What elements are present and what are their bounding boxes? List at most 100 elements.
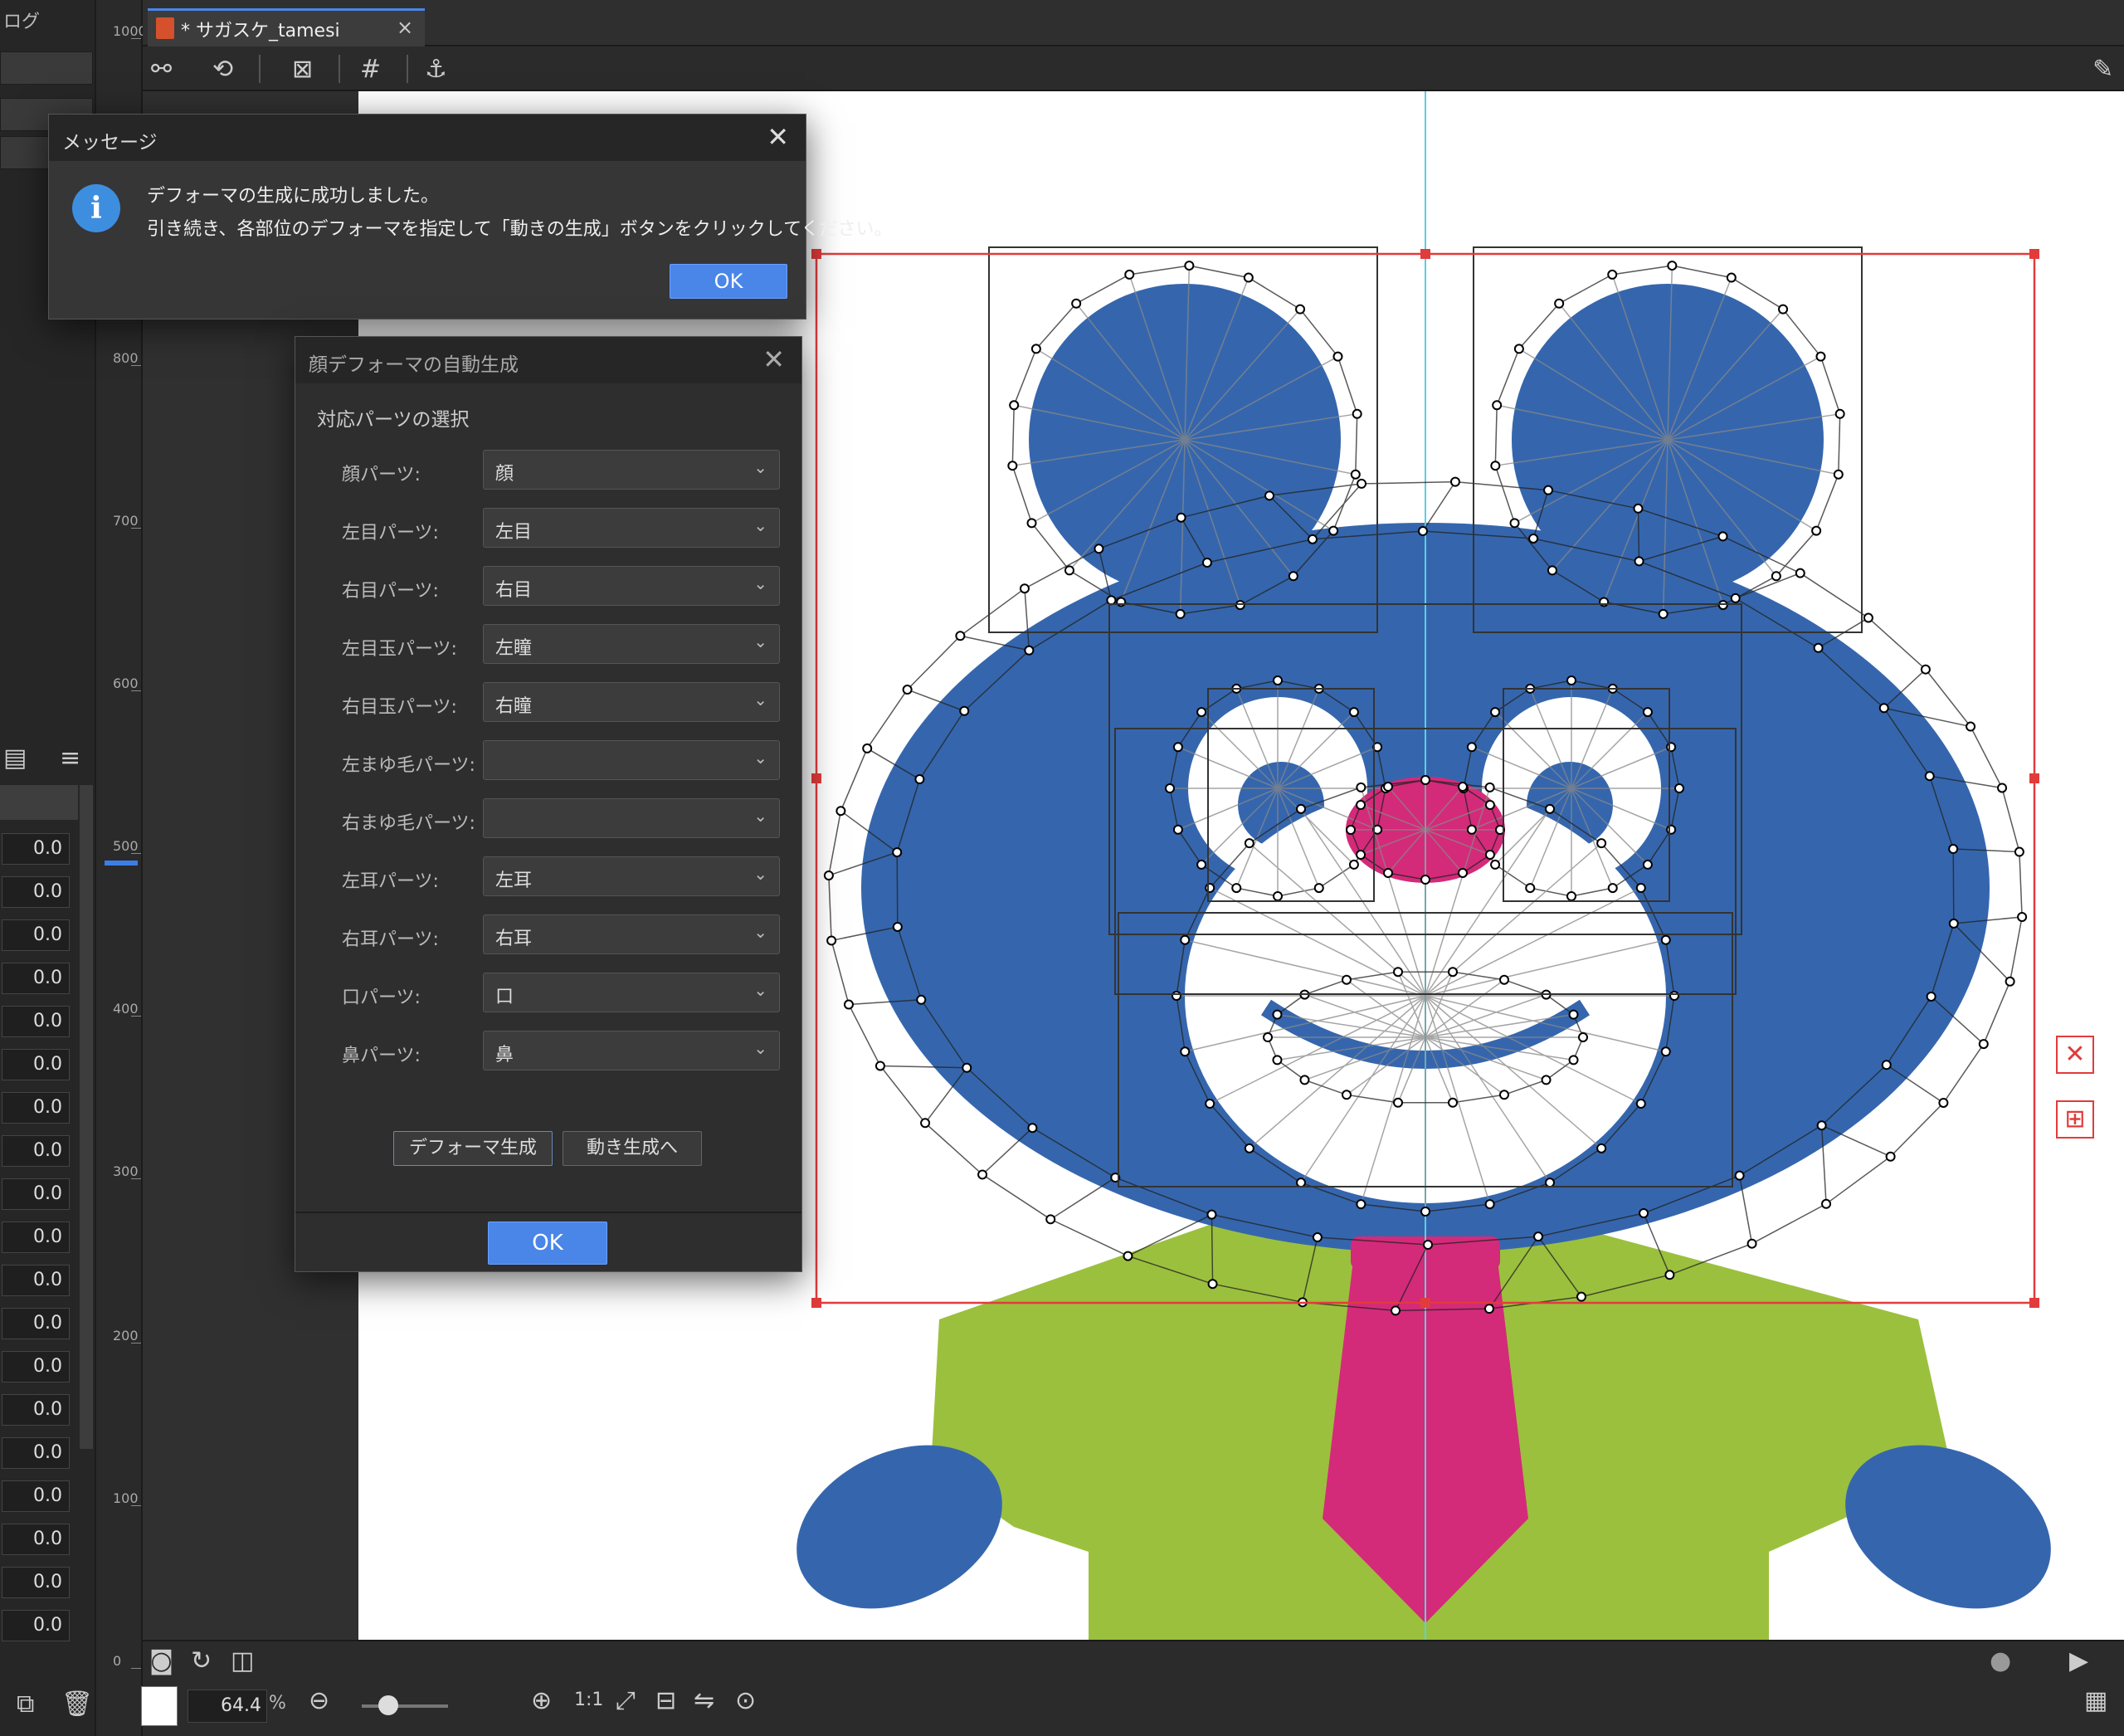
clipboard-icon[interactable]: ▤	[3, 744, 27, 773]
part-select[interactable]: 左目 ⌄	[483, 508, 780, 548]
layer-icon[interactable]: ⧉	[17, 1690, 34, 1719]
part-select-value: 鼻	[495, 1045, 514, 1065]
ruler-tick-label: 100	[113, 1490, 139, 1506]
record-icon[interactable]: ●	[1990, 1646, 2011, 1675]
mirror-icon[interactable]: ⇋	[694, 1686, 714, 1715]
close-icon[interactable]: ✕	[767, 121, 789, 153]
part-select-value: 左耳	[495, 870, 533, 891]
part-select[interactable]: 口 ⌄	[483, 973, 780, 1012]
transform-icon[interactable]: ⊠	[292, 55, 313, 84]
value-field[interactable]: 0.0	[2, 1178, 70, 1210]
ruler-tick-label: 500	[113, 838, 139, 854]
zoom-input[interactable]: 64.4	[188, 1690, 267, 1723]
value-field[interactable]: 0.0	[2, 1437, 70, 1469]
part-select[interactable]: ⌄	[483, 798, 780, 838]
part-select[interactable]: 左瞳 ⌄	[483, 624, 780, 664]
part-label: 左まゆ毛パーツ:	[342, 755, 475, 776]
document-icon	[156, 17, 174, 39]
trash-icon[interactable]: 🗑	[61, 1690, 93, 1719]
part-select[interactable]: 顔 ⌄	[483, 450, 780, 490]
camera-reset-icon[interactable]: ◫	[231, 1646, 254, 1675]
fit-screen-icon[interactable]: ⤢	[616, 1686, 636, 1715]
tab-title: * サガスケ_tamesi	[181, 21, 340, 41]
menu-icon[interactable]: ≡	[60, 744, 80, 773]
tab-close-icon[interactable]: ×	[397, 16, 413, 39]
chevron-down-icon: ⌄	[753, 980, 767, 1000]
part-select-value: 右瞳	[495, 696, 533, 717]
value-field[interactable]: 0.0	[2, 1092, 70, 1124]
color-swatch[interactable]	[141, 1686, 178, 1726]
value-field[interactable]: 0.0	[2, 1394, 70, 1426]
anchor-icon[interactable]: ⚓	[425, 55, 447, 84]
value-field[interactable]: 0.0	[2, 1351, 70, 1382]
value-field[interactable]: 0.0	[2, 1480, 70, 1512]
part-label: 口パーツ:	[342, 987, 421, 1008]
value-field[interactable]: 0.0	[2, 963, 70, 994]
part-select[interactable]: 右目 ⌄	[483, 566, 780, 606]
close-deformer-button[interactable]: ✕	[2056, 1036, 2094, 1074]
scrollbar[interactable]	[80, 785, 93, 1449]
value-field[interactable]: 0.0	[2, 833, 70, 865]
dialog-title: メッセージ	[49, 115, 806, 161]
flip-icon[interactable]: ⊟	[655, 1686, 676, 1715]
value-field[interactable]: 0.0	[2, 1006, 70, 1037]
chevron-down-icon: ⌄	[753, 806, 767, 826]
close-icon[interactable]: ✕	[762, 344, 785, 375]
camera-rotate-icon[interactable]: ↻	[191, 1646, 212, 1675]
deformer-mode-button[interactable]: ⊞	[2056, 1100, 2094, 1139]
value-field[interactable]: 0.0	[2, 1222, 70, 1253]
bottom-bar: ◙ ↻ ◫ ● ▶ ⊕ ⊖ 1:1 ⤢ ⊟ ⇋ ⊙ ▦	[143, 1640, 2124, 1736]
value-field[interactable]: 0.0	[2, 1308, 70, 1339]
message-text: 引き続き、各部位のデフォーマを指定して「動きの生成」ボタンをクリックしてください…	[147, 219, 893, 240]
value-field[interactable]: 0.0	[2, 1265, 70, 1296]
part-select[interactable]: ⌄	[483, 740, 780, 780]
play-icon[interactable]: ▶	[2069, 1646, 2088, 1675]
part-label: 顔パーツ:	[342, 465, 421, 485]
part-select[interactable]: 右瞳 ⌄	[483, 682, 780, 722]
part-select[interactable]: 左耳 ⌄	[483, 856, 780, 896]
value-field[interactable]: 0.0	[2, 1135, 70, 1167]
value-field[interactable]: 0.0	[2, 919, 70, 951]
part-select-value: 右目	[495, 580, 533, 601]
to-motion-button[interactable]: 動き生成へ	[563, 1131, 702, 1166]
part-label: 右目パーツ:	[342, 581, 439, 602]
part-select[interactable]: 右耳 ⌄	[483, 914, 780, 954]
ruler-tick-label: 1000	[113, 23, 147, 39]
panel-field[interactable]	[0, 51, 93, 85]
chevron-down-icon: ⌄	[753, 1038, 767, 1058]
pin-icon[interactable]: ✎	[2092, 55, 2113, 84]
ok-button[interactable]: OK	[488, 1222, 607, 1265]
zoom-in-icon[interactable]: ⊕	[531, 1686, 552, 1715]
toggle-icon[interactable]: ⊙	[735, 1686, 756, 1715]
ruler-tick-label: 0	[113, 1653, 122, 1669]
zoom-slider-knob[interactable]	[378, 1695, 398, 1715]
generate-deformer-button[interactable]: デフォーマ生成	[393, 1131, 553, 1166]
part-label: 左目パーツ:	[342, 523, 439, 544]
tab-bar	[143, 0, 2124, 46]
rotate-tool-icon[interactable]: ⟲	[212, 55, 233, 84]
value-field[interactable]: 0.0	[2, 1049, 70, 1080]
value-field[interactable]: 0.0	[2, 876, 70, 908]
value-field[interactable]: 0.0	[2, 1567, 70, 1598]
chevron-down-icon: ⌄	[753, 748, 767, 768]
ok-button[interactable]: OK	[670, 264, 787, 299]
chevron-down-icon: ⌄	[753, 690, 767, 710]
zoom-out-icon[interactable]: ⊖	[309, 1686, 329, 1715]
part-select[interactable]: 鼻 ⌄	[483, 1031, 780, 1070]
section-label: 対応パーツの選択	[317, 409, 470, 431]
bone-tool-icon[interactable]: ⚯	[151, 55, 172, 84]
ruler-tick-label: 200	[113, 1328, 139, 1343]
info-icon: i	[72, 184, 120, 232]
panel-header	[0, 785, 78, 820]
chevron-down-icon: ⌄	[753, 457, 767, 477]
face-deformer-dialog: 顔デフォーマの自動生成 ✕ 対応パーツの選択 顔パーツ: 顔 ⌄ 左目パーツ: 左目 ⌄ 右…	[295, 336, 802, 1272]
value-field[interactable]: 0.0	[2, 1524, 70, 1555]
camera-icon[interactable]: ◙	[149, 1646, 173, 1675]
tab-document[interactable]: * サガスケ_tamesi ×	[148, 8, 425, 46]
grid-icon[interactable]: #	[360, 55, 381, 84]
value-field[interactable]: 0.0	[2, 1610, 70, 1641]
zoom-slider[interactable]	[362, 1704, 448, 1708]
layout-icon[interactable]: ▦	[2084, 1686, 2107, 1715]
dialog-title: 顔デフォーマの自動生成	[295, 337, 801, 383]
zoom-ratio[interactable]: 1:1	[574, 1690, 603, 1710]
